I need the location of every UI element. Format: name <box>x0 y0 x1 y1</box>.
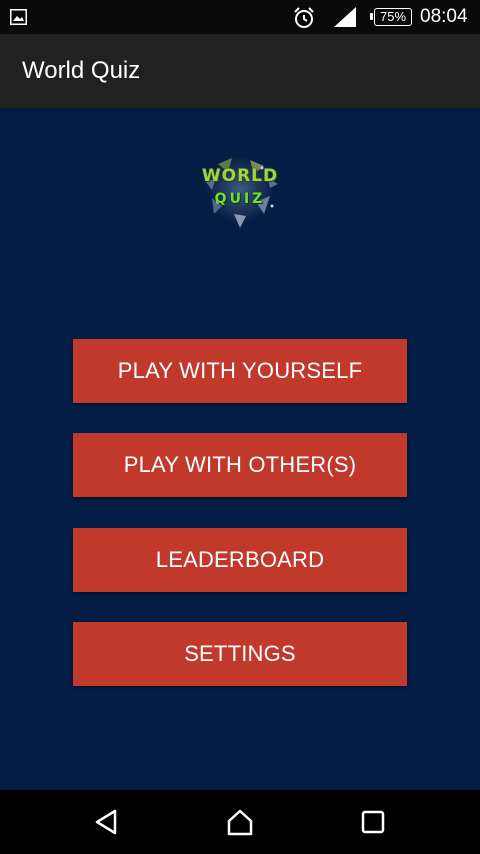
leaderboard-button[interactable]: LEADERBOARD <box>73 528 407 592</box>
navigation-bar <box>0 790 480 854</box>
battery-icon: 75% <box>370 8 412 26</box>
home-icon[interactable] <box>224 806 256 838</box>
status-bar: 75% 08:04 <box>0 0 480 34</box>
image-notification-icon <box>10 9 27 25</box>
logo-word-world: WORLD <box>201 166 279 186</box>
app-bar: World Quiz <box>0 34 480 108</box>
play-with-yourself-button[interactable]: PLAY WITH YOURSELF <box>73 339 407 403</box>
app-title: World Quiz <box>22 57 141 84</box>
alarm-icon <box>294 7 314 28</box>
recents-icon[interactable] <box>357 806 389 838</box>
signal-icon <box>334 7 356 27</box>
globe-graphic <box>206 156 278 228</box>
world-quiz-logo: WORLD QUIZ <box>188 144 292 234</box>
status-time: 08:04 <box>420 6 468 27</box>
logo-word-quiz: QUIZ <box>214 191 266 207</box>
battery-level: 75% <box>379 9 407 24</box>
back-icon[interactable] <box>91 806 123 838</box>
settings-button[interactable]: SETTINGS <box>73 622 407 686</box>
play-with-others-button[interactable]: PLAY WITH OTHER(S) <box>73 433 407 497</box>
